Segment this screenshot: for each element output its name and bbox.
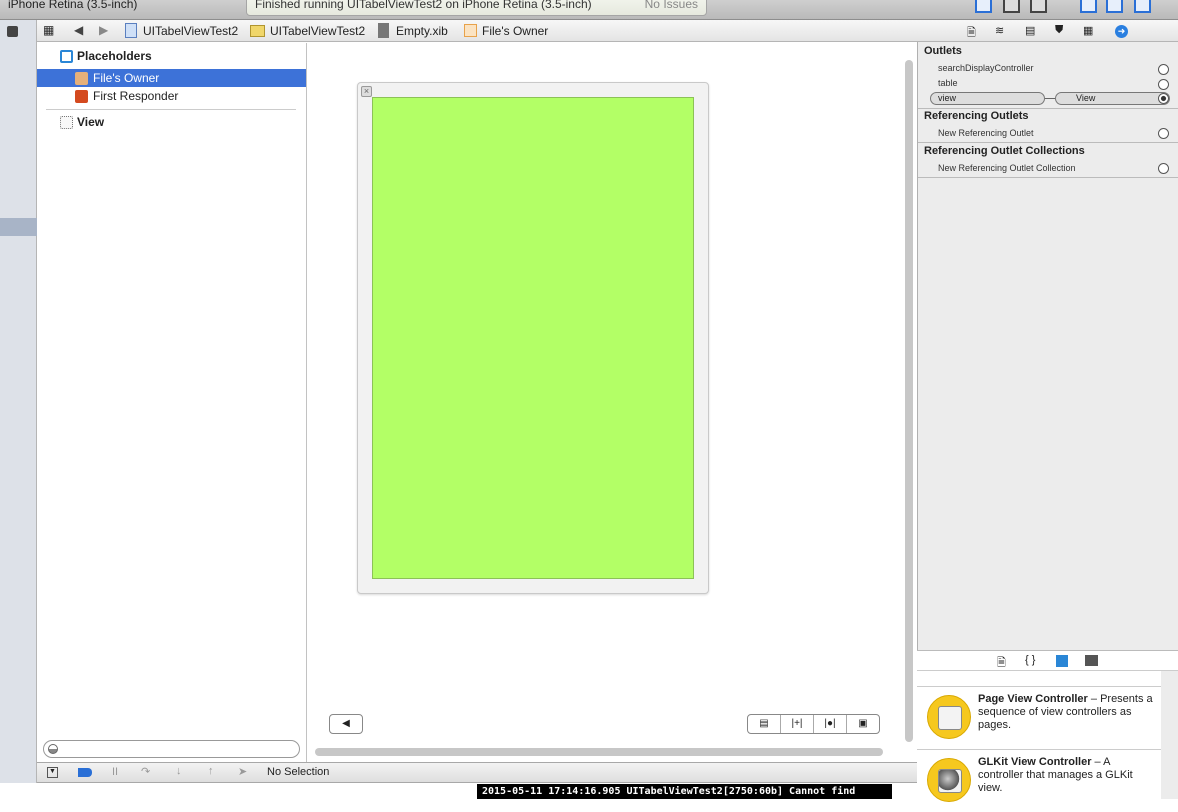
outline-section-placeholders: Placeholders — [37, 47, 306, 65]
navigator-strip — [0, 20, 37, 783]
utilities-toggle-icon[interactable] — [1134, 0, 1151, 13]
divider — [918, 177, 1178, 178]
hide-debug-area-icon[interactable]: ▼ — [47, 767, 58, 778]
item-label: First Responder — [93, 89, 179, 103]
object-library-icon[interactable] — [1056, 655, 1068, 667]
close-icon[interactable]: × — [361, 86, 372, 97]
quick-help-icon[interactable]: ≋ — [995, 24, 1004, 37]
activity-status: Finished running UITabelViewTest2 on iPh… — [246, 0, 707, 16]
navigator-selection-band — [0, 218, 37, 236]
connection-line — [1045, 98, 1055, 99]
pause-icon[interactable]: II — [112, 766, 118, 778]
window-toolbar: iPhone Retina (3.5-inch) Finished runnin… — [0, 0, 1178, 20]
divider — [918, 142, 1178, 143]
first-responder-icon — [75, 90, 88, 103]
divider — [918, 108, 1178, 109]
inspector-tabs: 🗎 ≋ ▤ ⛊ ▦ ➜ — [917, 20, 1178, 42]
files-owner-icon — [75, 72, 88, 85]
status-message: Finished running UITabelViewTest2 on iPh… — [255, 0, 592, 11]
breadcrumb-file[interactable]: Empty.xib — [396, 24, 448, 38]
section-label: Placeholders — [77, 49, 152, 63]
code-snippet-icon[interactable]: { } — [1025, 654, 1035, 666]
horizontal-scrollbar[interactable] — [315, 748, 883, 756]
files-owner-icon — [464, 24, 477, 37]
connect-circle[interactable] — [1158, 64, 1169, 75]
view-icon — [60, 116, 73, 129]
outline-item-first-responder[interactable]: First Responder — [37, 87, 306, 105]
library-item-title: GLKit View Controller — [978, 756, 1092, 768]
location-icon[interactable]: ➤ — [238, 765, 247, 778]
library-item[interactable]: Page View Controller – Presents a sequen… — [917, 686, 1161, 749]
pin-icon[interactable]: |+| — [781, 715, 814, 733]
folder-icon — [250, 25, 265, 37]
align-icon[interactable]: ▤ — [748, 715, 781, 733]
file-inspector-icon[interactable]: 🗎 — [967, 24, 976, 43]
project-icon — [125, 23, 137, 38]
outline-item-files-owner[interactable]: File's Owner — [37, 69, 306, 87]
page-view-controller-icon — [927, 695, 971, 739]
root-view[interactable] — [372, 97, 694, 579]
document-outline: Placeholders File's Owner First Responde… — [37, 43, 307, 762]
breadcrumb-group[interactable]: UITabelViewTest2 — [270, 24, 365, 38]
filter-icon — [48, 744, 58, 754]
referencing-outlets-heading: Referencing Outlets — [924, 110, 1029, 122]
cube-icon — [60, 50, 73, 63]
console-output[interactable]: 2015-05-11 17:14:16.905 UITabelViewTest2… — [477, 784, 892, 799]
standard-editor-icon[interactable] — [975, 0, 992, 13]
step-out-icon[interactable]: ↑ — [208, 765, 214, 777]
toggle-outline-button[interactable]: ◀ — [329, 714, 363, 734]
debug-bar: ▼ II ↷ ↓ ↑ ➤ No Selection — [37, 762, 917, 783]
size-inspector-icon[interactable]: ▦ — [1083, 24, 1093, 37]
layout-controls: ▤ |+| |●| ▣ — [747, 714, 880, 734]
referencing-outlet-collections-heading: Referencing Outlet Collections — [924, 145, 1085, 157]
navigator-toggle-icon[interactable] — [1080, 0, 1097, 13]
media-library-icon[interactable] — [1085, 655, 1098, 666]
item-label: View — [77, 115, 105, 129]
document-outline-toggle-icon[interactable] — [7, 26, 18, 37]
breadcrumb-project[interactable]: UITabelViewTest2 — [143, 24, 238, 38]
assistant-editor-icon[interactable] — [1003, 0, 1020, 13]
outlet-view: view — [930, 92, 1045, 105]
item-label: File's Owner — [93, 71, 160, 85]
connections-inspector-icon[interactable]: ➜ — [1115, 25, 1128, 38]
breadcrumb-object[interactable]: File's Owner — [482, 24, 548, 38]
outlet-table: table — [938, 78, 958, 88]
outlet-search-display-controller: searchDisplayController — [938, 63, 1034, 73]
issues-count[interactable]: No Issues — [645, 0, 698, 11]
debug-area-toggle-icon[interactable] — [1106, 0, 1123, 13]
step-over-icon[interactable]: ↷ — [141, 765, 150, 778]
divider — [46, 109, 296, 110]
library-tabs: 🗎 { } — [917, 650, 1178, 671]
identity-inspector-icon[interactable]: ▤ — [1025, 24, 1035, 37]
back-icon[interactable]: ◀ — [74, 23, 83, 37]
breakpoints-icon[interactable] — [78, 768, 92, 777]
jump-bar: ▦ ◀ ▶ UITabelViewTest2 UITabelViewTest2 … — [37, 20, 917, 42]
forward-icon[interactable]: ▶ — [99, 23, 108, 37]
library-item-title: Page View Controller — [978, 693, 1088, 705]
related-items-icon[interactable]: ▦ — [43, 23, 54, 37]
connect-circle[interactable] — [1158, 79, 1169, 90]
scheme-selector[interactable]: iPhone Retina (3.5-inch) — [8, 0, 137, 11]
new-referencing-outlet-collection: New Referencing Outlet Collection — [938, 163, 1076, 173]
outlets-heading: Outlets — [924, 45, 962, 57]
attributes-inspector-icon[interactable]: ⛊ — [1055, 24, 1063, 37]
connected-circle[interactable] — [1158, 93, 1169, 104]
xib-file-icon — [378, 23, 389, 38]
connect-circle[interactable] — [1158, 163, 1169, 174]
connection-target-label: View — [1076, 93, 1096, 103]
library-item[interactable]: GLKit View Controller – A controller tha… — [917, 749, 1161, 812]
outline-filter-input[interactable] — [43, 740, 300, 758]
version-editor-icon[interactable] — [1030, 0, 1047, 13]
resolve-icon[interactable]: |●| — [814, 715, 847, 733]
connection-target[interactable]: View — [1055, 92, 1170, 105]
new-referencing-outlet: New Referencing Outlet — [938, 128, 1034, 138]
resizing-icon[interactable]: ▣ — [847, 715, 879, 733]
glkit-view-controller-icon — [927, 758, 971, 802]
outline-item-view[interactable]: View — [37, 113, 306, 131]
object-library: Page View Controller – Presents a sequen… — [917, 671, 1161, 802]
debug-selection-label: No Selection — [267, 766, 330, 778]
connect-circle[interactable] — [1158, 128, 1169, 139]
step-into-icon[interactable]: ↓ — [176, 765, 182, 777]
vertical-scrollbar[interactable] — [905, 60, 913, 742]
